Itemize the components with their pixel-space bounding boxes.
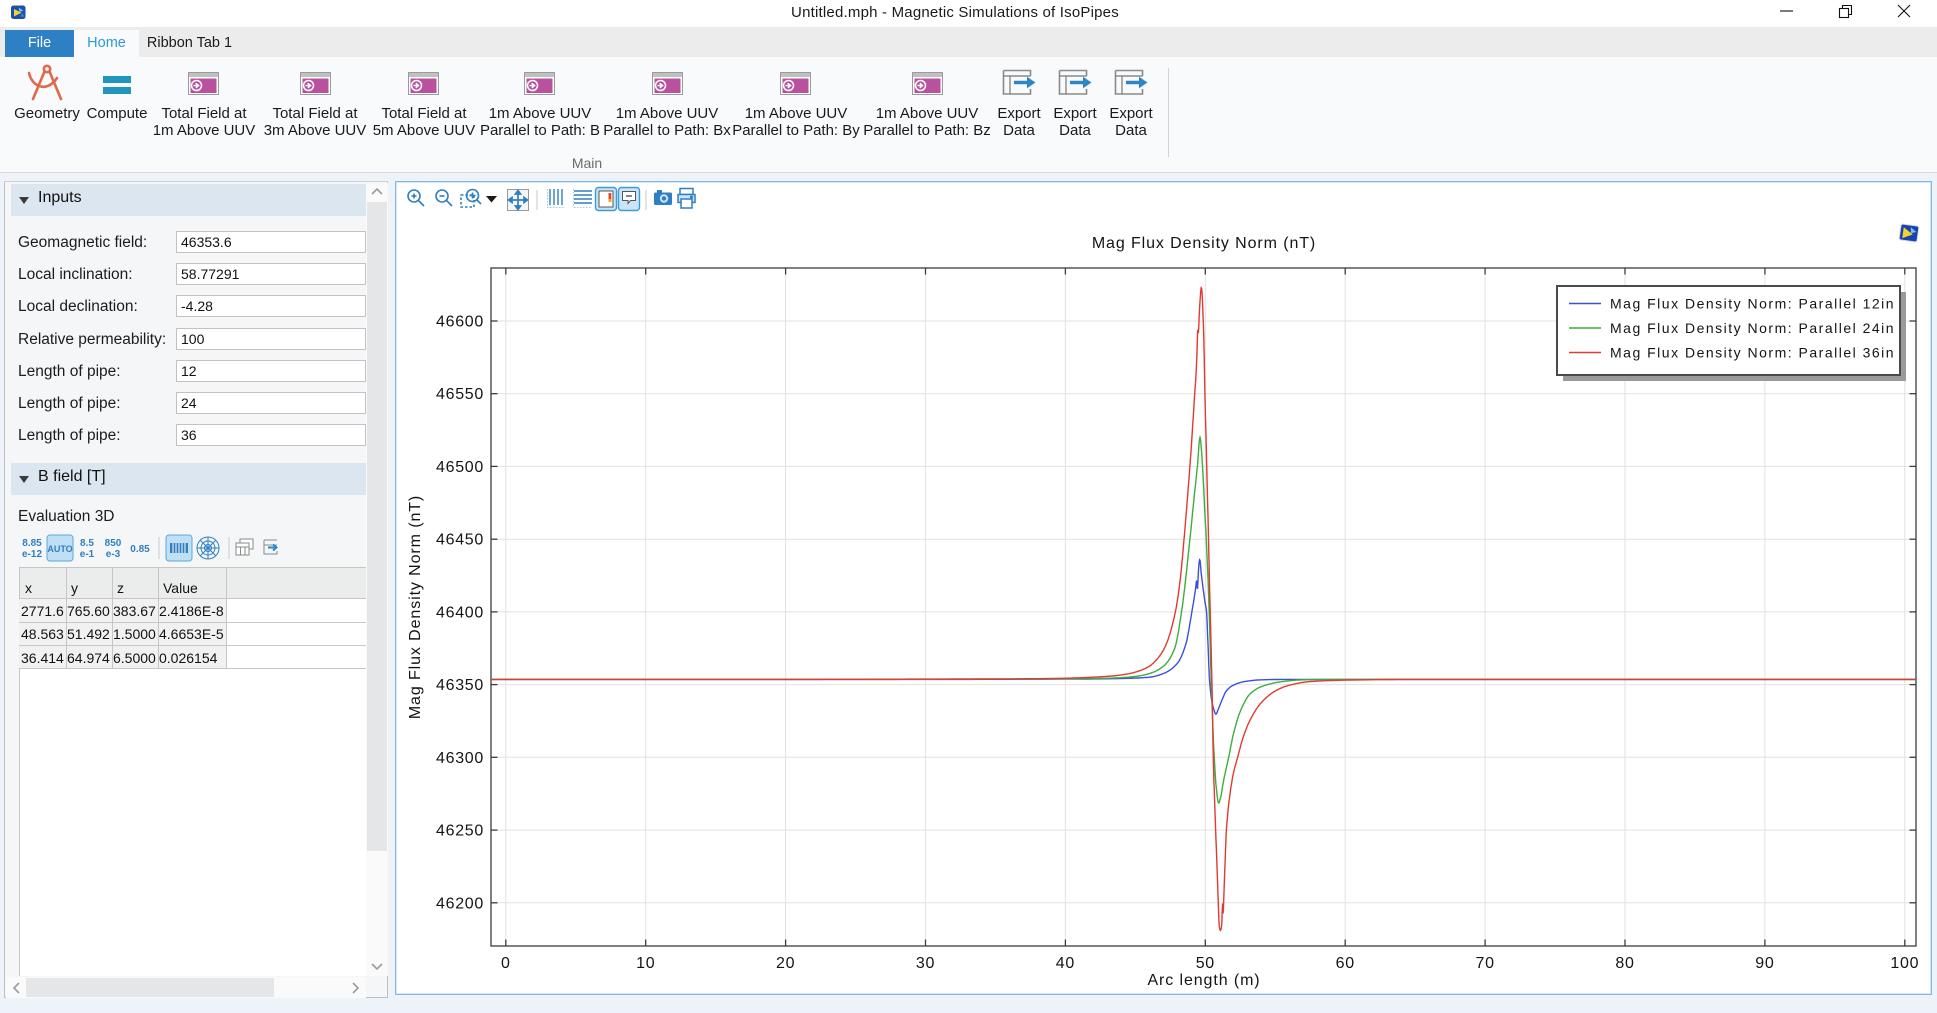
- svg-text:e-12: e-12: [22, 549, 42, 560]
- svg-text:8.85: 8.85: [22, 538, 42, 549]
- svg-text:20: 20: [776, 955, 795, 972]
- svg-text:46550: 46550: [436, 386, 484, 403]
- svg-text:46600: 46600: [436, 314, 484, 331]
- svg-text:Mag Flux Density Norm (nT): Mag Flux Density Norm (nT): [407, 495, 424, 719]
- svg-text:Arc length (m): Arc length (m): [1147, 972, 1260, 989]
- svg-text:0: 0: [501, 955, 511, 972]
- svg-text:70: 70: [1475, 955, 1494, 972]
- svg-text:46350: 46350: [436, 677, 484, 694]
- svg-text:Mag Flux Density Norm: Paralle: Mag Flux Density Norm: Parallel 24in: [1610, 320, 1895, 336]
- svg-text:50: 50: [1196, 955, 1215, 972]
- svg-text:46500: 46500: [436, 459, 484, 476]
- svg-text:100: 100: [1890, 955, 1919, 972]
- svg-text:40: 40: [1056, 955, 1075, 972]
- svg-text:90: 90: [1755, 955, 1774, 972]
- svg-text:46300: 46300: [436, 750, 484, 767]
- svg-text:30: 30: [916, 955, 935, 972]
- svg-text:AUTO: AUTO: [47, 544, 72, 554]
- svg-text:80: 80: [1615, 955, 1634, 972]
- svg-text:10: 10: [636, 955, 655, 972]
- svg-text:0.85: 0.85: [130, 544, 150, 555]
- svg-text:e-3: e-3: [106, 549, 121, 560]
- svg-text:Mag Flux Density Norm (nT): Mag Flux Density Norm (nT): [1092, 235, 1316, 252]
- svg-text:46450: 46450: [436, 532, 484, 549]
- svg-text:60: 60: [1336, 955, 1355, 972]
- svg-text:Mag Flux Density Norm: Paralle: Mag Flux Density Norm: Parallel 36in: [1610, 345, 1895, 361]
- svg-text:8.5: 8.5: [80, 538, 94, 549]
- svg-text:Mag Flux Density Norm: Paralle: Mag Flux Density Norm: Parallel 12in: [1610, 296, 1895, 312]
- svg-text:46400: 46400: [436, 604, 484, 621]
- svg-text:850: 850: [105, 538, 122, 549]
- svg-text:e-1: e-1: [80, 549, 95, 560]
- svg-text:46250: 46250: [436, 823, 484, 840]
- svg-text:46200: 46200: [436, 895, 484, 912]
